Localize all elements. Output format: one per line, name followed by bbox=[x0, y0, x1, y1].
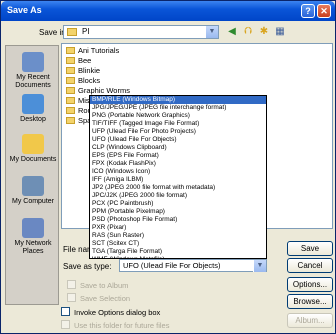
folder-icon bbox=[66, 57, 75, 64]
my-computer-icon bbox=[22, 176, 44, 196]
file-type-option[interactable]: SCT (Scitex CT) bbox=[90, 240, 266, 248]
folder-item[interactable]: Blocks bbox=[66, 76, 100, 86]
close-icon[interactable]: ✕ bbox=[317, 4, 331, 18]
album-button[interactable]: Album... bbox=[287, 313, 333, 328]
folder-icon bbox=[67, 28, 77, 36]
invoke-options-checkbox[interactable]: Invoke Options dialog box bbox=[61, 307, 160, 317]
recent-documents-icon bbox=[22, 52, 44, 72]
title-bar[interactable]: Save As ? ✕ bbox=[1, 1, 335, 21]
file-type-option[interactable]: PPM (Portable Pixelmap) bbox=[90, 208, 266, 216]
place-label: Desktop bbox=[20, 116, 46, 123]
place-network[interactable]: My Network Places bbox=[6, 218, 60, 256]
file-type-option[interactable]: PSD (Photoshop File Format) bbox=[90, 216, 266, 224]
save-to-album-checkbox[interactable]: Save to Album bbox=[67, 280, 128, 290]
places-bar: My Recent Documents Desktop My Documents… bbox=[5, 45, 59, 305]
save-in-dropdown[interactable]: PI ▼ bbox=[63, 25, 219, 39]
network-places-icon bbox=[22, 218, 44, 238]
browse-button[interactable]: Browse... bbox=[287, 294, 333, 309]
folder-item[interactable]: Ani Tutorials bbox=[66, 46, 119, 56]
file-type-option[interactable]: PNG (Portable Network Graphics) bbox=[90, 112, 266, 120]
use-folder-checkbox[interactable]: Use this folder for future files bbox=[61, 320, 169, 330]
file-type-option[interactable]: JPG/JPEG/JPE (JPEG file interchange form… bbox=[90, 104, 266, 112]
place-recent-documents[interactable]: My Recent Documents bbox=[6, 52, 60, 90]
cancel-button[interactable]: Cancel bbox=[287, 258, 333, 273]
place-label: My Recent Documents bbox=[15, 74, 51, 89]
file-type-option[interactable]: EPS (EPS File Format) bbox=[90, 152, 266, 160]
chevron-down-icon[interactable]: ▼ bbox=[253, 260, 266, 272]
file-type-option[interactable]: PCX (PC Paintbrush) bbox=[90, 200, 266, 208]
place-my-computer[interactable]: My Computer bbox=[6, 176, 60, 206]
file-type-option[interactable]: ICO (Windows Icon) bbox=[90, 168, 266, 176]
help-icon[interactable]: ? bbox=[301, 4, 315, 18]
file-type-option[interactable]: WMF (Windows Metafile) bbox=[90, 256, 266, 259]
save-as-dialog: Save As ? ✕ Save in: PI ▼ ◀ ⮉ ✱ ▦ My Rec… bbox=[0, 0, 336, 334]
window-title: Save As bbox=[7, 5, 42, 15]
folder-icon bbox=[66, 117, 75, 124]
folder-icon bbox=[66, 67, 75, 74]
file-type-option[interactable]: TGA (Targa File Format) bbox=[90, 248, 266, 256]
folder-icon bbox=[66, 77, 75, 84]
checkbox-box bbox=[61, 307, 70, 316]
place-label: My Documents bbox=[9, 156, 57, 163]
folder-icon bbox=[66, 87, 75, 94]
save-in-value: PI bbox=[82, 27, 90, 36]
place-label: My Network Places bbox=[14, 240, 52, 255]
folder-item[interactable]: Blinkie bbox=[66, 66, 100, 76]
save-as-type-label: Save as type: bbox=[63, 262, 112, 271]
up-folder-icon[interactable]: ⮉ bbox=[241, 24, 255, 40]
new-folder-icon[interactable]: ✱ bbox=[257, 24, 271, 40]
file-type-option[interactable]: CLP (Windows Clipboard) bbox=[90, 144, 266, 152]
folder-toolbar: ◀ ⮉ ✱ ▦ bbox=[225, 24, 287, 40]
folder-icon bbox=[66, 107, 75, 114]
file-type-option[interactable]: UFP (Ulead File For Photo Projects) bbox=[90, 128, 266, 136]
file-type-option[interactable]: BMP/RLE (Windows Bitmap) bbox=[90, 96, 266, 104]
file-type-option[interactable]: FPX (Kodak FlashPix) bbox=[90, 160, 266, 168]
place-my-documents[interactable]: My Documents bbox=[6, 134, 60, 164]
checkbox-box bbox=[61, 320, 70, 329]
save-as-type-value: UFO (Ulead File For Objects) bbox=[123, 261, 221, 270]
place-label: My Computer bbox=[11, 198, 54, 205]
folder-icon bbox=[66, 47, 75, 54]
file-type-option[interactable]: JP2 (JPEG 2000 file format with metadata… bbox=[90, 184, 266, 192]
options-button[interactable]: Options... bbox=[287, 277, 333, 292]
file-type-option[interactable]: IFF (Amiga ILBM) bbox=[90, 176, 266, 184]
save-as-type-dropdown[interactable]: UFO (Ulead File For Objects) ▼ bbox=[119, 259, 267, 272]
desktop-icon bbox=[22, 94, 44, 114]
folder-icon bbox=[66, 97, 75, 104]
back-icon[interactable]: ◀ bbox=[225, 24, 239, 40]
file-type-option[interactable]: JPC/J2K (JPEG 2000 file format) bbox=[90, 192, 266, 200]
save-button[interactable]: Save bbox=[287, 241, 333, 256]
file-type-option[interactable]: PXR (Pixar) bbox=[90, 224, 266, 232]
save-selection-checkbox[interactable]: Save Selection bbox=[67, 293, 130, 303]
view-menu-icon[interactable]: ▦ bbox=[273, 24, 287, 40]
my-documents-icon bbox=[22, 134, 44, 154]
file-type-option[interactable]: TIF/TIFF (Tagged Image File Format) bbox=[90, 120, 266, 128]
place-desktop[interactable]: Desktop bbox=[6, 94, 60, 124]
chevron-down-icon[interactable]: ▼ bbox=[205, 26, 218, 38]
folder-item[interactable]: Bee bbox=[66, 56, 91, 66]
file-type-option[interactable]: RAS (Sun Raster) bbox=[90, 232, 266, 240]
checkbox-box bbox=[67, 293, 76, 302]
file-type-option[interactable]: UFO (Ulead File For Objects) bbox=[90, 136, 266, 144]
checkbox-box bbox=[67, 280, 76, 289]
file-type-dropdown-list[interactable]: BMP/RLE (Windows Bitmap) JPG/JPEG/JPE (J… bbox=[89, 95, 267, 259]
